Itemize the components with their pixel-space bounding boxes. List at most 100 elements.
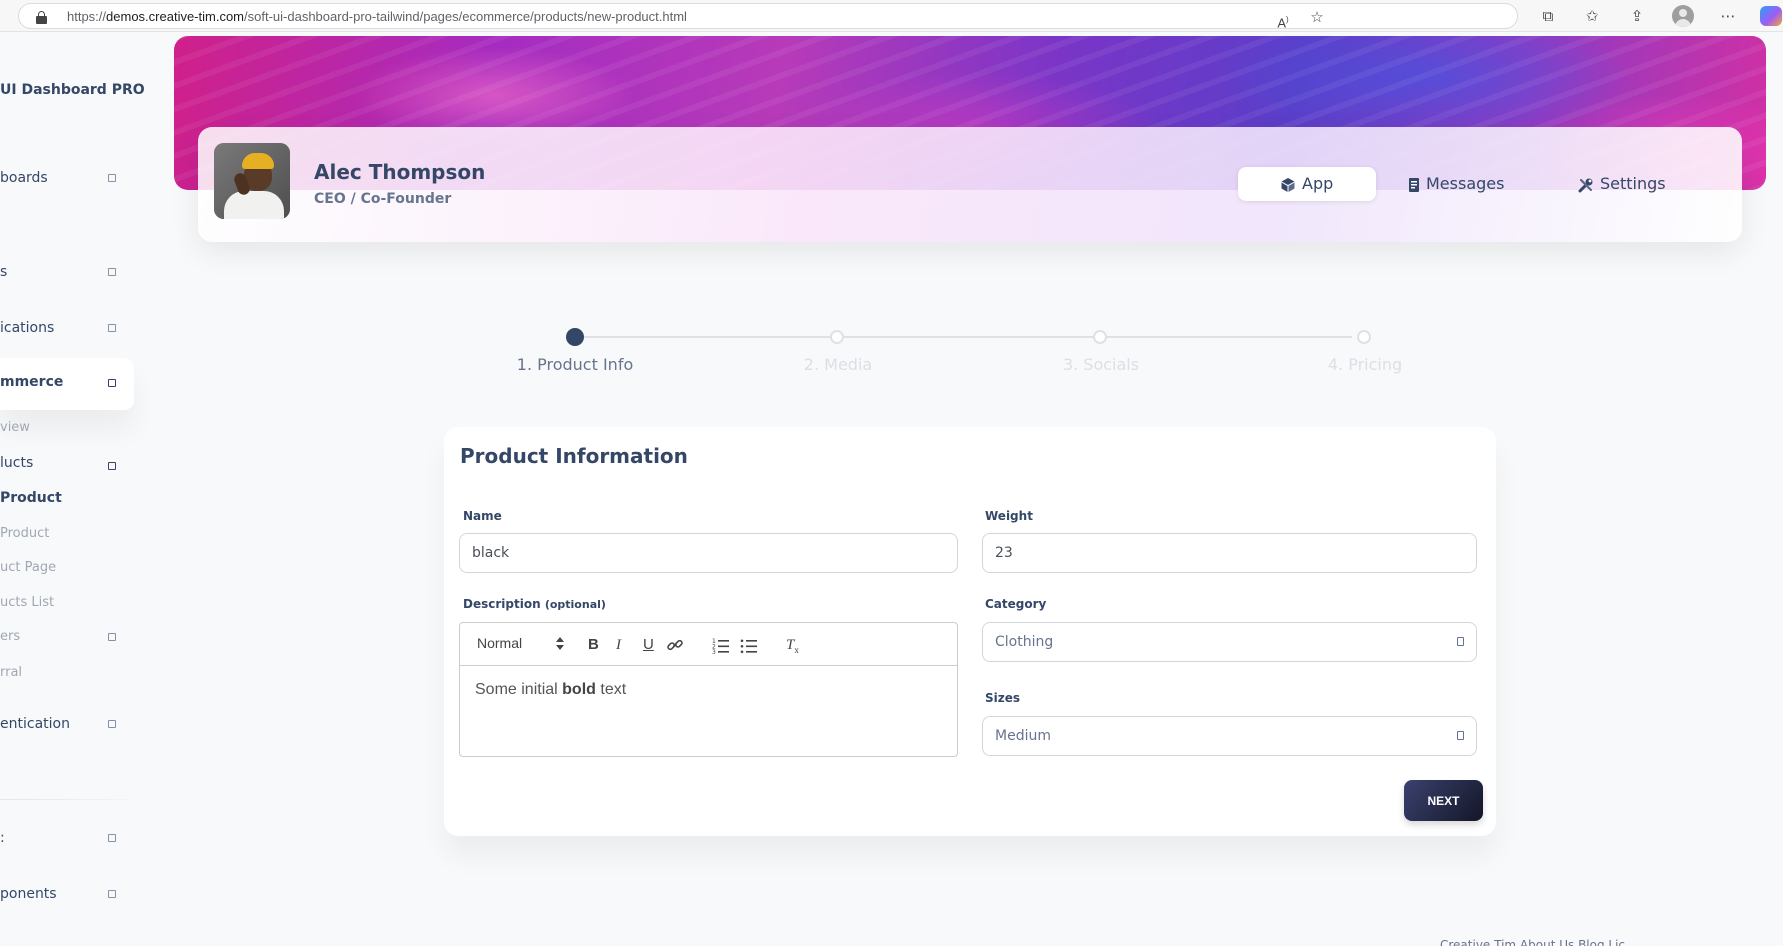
- tab-label: App: [1302, 174, 1334, 193]
- tab-app[interactable]: App: [1238, 167, 1376, 201]
- footer-links[interactable]: Creative Tim About Us Blog Lic: [1440, 938, 1625, 946]
- link-icon[interactable]: [666, 636, 684, 654]
- sidebar-sub-products[interactable]: lucts: [0, 455, 33, 471]
- sidebar: UI Dashboard PRO boards s ications mmerc…: [0, 32, 145, 946]
- copilot-icon[interactable]: [1760, 6, 1782, 26]
- sidebar-item-dashboards[interactable]: boards: [0, 168, 134, 190]
- step-label-pricing[interactable]: 4. Pricing: [1328, 355, 1402, 374]
- italic-icon[interactable]: I: [616, 635, 621, 655]
- name-input[interactable]: black: [459, 533, 958, 573]
- chevron-updown-icon[interactable]: [556, 637, 564, 651]
- editor-toolbar: Normal B I U 1 2 3 Tx: [460, 623, 957, 666]
- sizes-label: Sizes: [985, 691, 1021, 705]
- chevron-down-icon: [1457, 731, 1464, 740]
- sidebar-item-ecommerce[interactable]: mmerce: [0, 358, 134, 410]
- sidebar-item-label: boards: [0, 170, 48, 186]
- chevron-icon: [108, 462, 116, 470]
- profile-icon[interactable]: [1672, 5, 1694, 27]
- chevron-icon: [108, 633, 116, 641]
- sidebar-sub-product-page[interactable]: uct Page: [0, 560, 56, 575]
- lock-icon[interactable]: [36, 11, 47, 24]
- sidebar-item-components[interactable]: ponents: [0, 884, 134, 906]
- document-icon: [1409, 178, 1419, 192]
- category-select[interactable]: Clothing: [982, 622, 1477, 662]
- extensions-icon[interactable]: ⧉: [1538, 6, 1558, 26]
- sidebar-sub-orders[interactable]: ers: [0, 629, 20, 644]
- description-label: Description (optional): [463, 597, 606, 611]
- step-label-media[interactable]: 2. Media: [804, 355, 872, 374]
- step-label-product-info[interactable]: 1. Product Info: [517, 355, 633, 374]
- chevron-icon: [108, 324, 116, 332]
- sidebar-item-basic[interactable]: :: [0, 828, 134, 850]
- sidebar-item-label: mmerce: [0, 374, 64, 390]
- stepper-track: [582, 336, 1352, 338]
- sidebar-item-label: ponents: [0, 886, 57, 902]
- sidebar-sub-new-product[interactable]: Product: [0, 490, 62, 506]
- sidebar-sub-overview[interactable]: view: [0, 420, 30, 435]
- sidebar-item-authentication[interactable]: entication: [0, 714, 134, 736]
- next-button[interactable]: NEXT: [1404, 780, 1483, 821]
- description-editor: Normal B I U 1 2 3 Tx Some initial bold …: [459, 622, 958, 757]
- sidebar-item-applications[interactable]: ications: [0, 318, 134, 340]
- sidebar-sub-referral[interactable]: rral: [0, 665, 22, 680]
- svg-text:3: 3: [712, 649, 716, 654]
- chevron-icon: [108, 834, 116, 842]
- tab-messages[interactable]: Messages: [1398, 167, 1538, 201]
- address-bar[interactable]: https://demos.creative-tim.com/soft-ui-d…: [18, 3, 1518, 30]
- category-label: Category: [985, 597, 1047, 611]
- cube-icon: [1281, 178, 1295, 192]
- tab-label: Settings: [1600, 174, 1666, 193]
- browser-toolbar: https://demos.creative-tim.com/soft-ui-d…: [0, 0, 1783, 32]
- chevron-icon: [108, 174, 116, 182]
- editor-content[interactable]: Some initial bold text: [475, 681, 626, 699]
- underline-icon[interactable]: U: [643, 635, 654, 655]
- weight-label: Weight: [985, 509, 1033, 523]
- chevron-icon: [108, 890, 116, 898]
- product-info-card: Product Information Name black Weight 23…: [444, 427, 1496, 836]
- step-dot-4[interactable]: [1357, 330, 1371, 344]
- profile-card: Alec Thompson CEO / Co-Founder App Messa…: [198, 127, 1742, 242]
- sidebar-item-pages[interactable]: s: [0, 262, 134, 284]
- profile-role: CEO / Co-Founder: [314, 191, 452, 207]
- chevron-icon: [108, 379, 116, 387]
- step-label-socials[interactable]: 3. Socials: [1063, 355, 1139, 374]
- chevron-icon: [108, 720, 116, 728]
- bold-icon[interactable]: B: [588, 635, 599, 655]
- format-select[interactable]: Normal: [477, 635, 522, 651]
- more-icon[interactable]: ⋯: [1718, 6, 1738, 26]
- profile-tabs: App Messages Settings: [1238, 167, 1716, 201]
- tab-label: Messages: [1426, 174, 1505, 193]
- sidebar-brand[interactable]: UI Dashboard PRO: [0, 82, 145, 98]
- sidebar-item-label: entication: [0, 716, 70, 732]
- tools-icon: [1578, 178, 1593, 193]
- tab-settings[interactable]: Settings: [1568, 167, 1708, 201]
- step-dot-1[interactable]: [566, 328, 584, 346]
- sizes-value: Medium: [995, 728, 1051, 744]
- sidebar-item-label: s: [0, 264, 8, 280]
- sidebar-item-label: ications: [0, 320, 55, 336]
- card-title: Product Information: [460, 444, 688, 468]
- avatar: [214, 143, 290, 219]
- bullet-list-icon[interactable]: [740, 636, 758, 654]
- step-dot-3[interactable]: [1093, 330, 1107, 344]
- sidebar-item-label: :: [0, 830, 5, 846]
- clear-format-icon[interactable]: Tx: [786, 635, 799, 655]
- category-value: Clothing: [995, 634, 1054, 650]
- form-stepper: 1. Product Info 2. Media 3. Socials 4. P…: [500, 328, 1402, 378]
- sidebar-sub-products-list[interactable]: ucts List: [0, 595, 54, 610]
- step-dot-2[interactable]: [830, 330, 844, 344]
- sizes-select[interactable]: Medium: [982, 716, 1477, 756]
- sidebar-sub-edit-product[interactable]: Product: [0, 526, 49, 541]
- sidebar-divider: [0, 799, 130, 800]
- share-icon[interactable]: ⇪: [1627, 6, 1647, 26]
- name-label: Name: [463, 509, 502, 523]
- url-text[interactable]: https://demos.creative-tim.com/soft-ui-d…: [67, 9, 687, 24]
- ordered-list-icon[interactable]: 1 2 3: [712, 636, 730, 654]
- chevron-down-icon: [1457, 637, 1464, 646]
- favorites-icon[interactable]: ✩: [1582, 6, 1602, 26]
- chevron-icon: [108, 268, 116, 276]
- profile-name: Alec Thompson: [314, 160, 486, 184]
- read-aloud-icon[interactable]: A): [1273, 10, 1293, 30]
- weight-input[interactable]: 23: [982, 533, 1477, 573]
- favorite-star-icon[interactable]: ☆: [1307, 7, 1327, 27]
